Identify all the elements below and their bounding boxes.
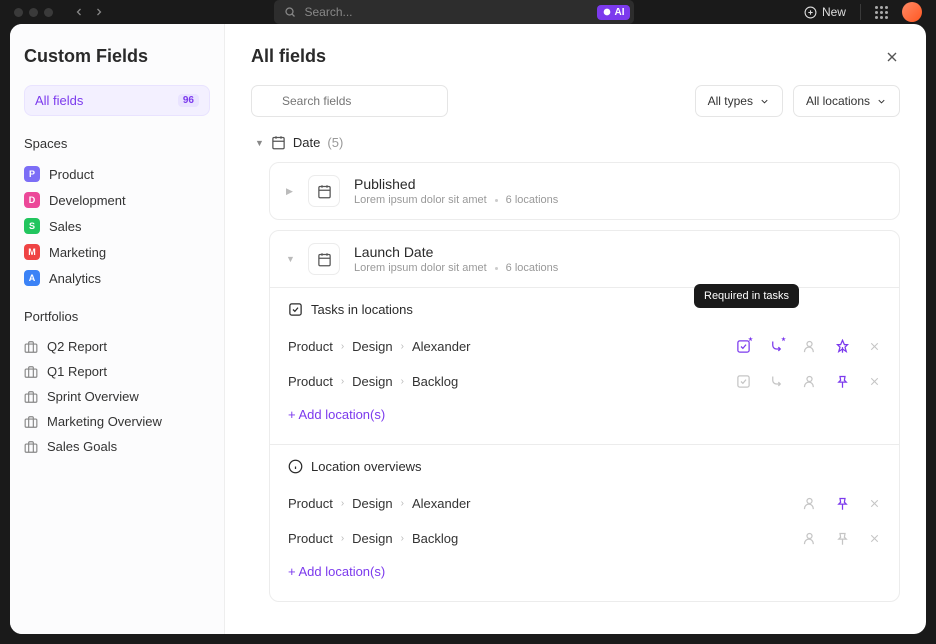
sidebar-portfolio-item[interactable]: Q1 Report bbox=[24, 359, 210, 384]
filter-locations-dropdown[interactable]: All locations bbox=[793, 85, 900, 117]
field-row[interactable]: ▼ Launch Date Lorem ipsum dolor sit amet… bbox=[270, 231, 899, 287]
briefcase-icon bbox=[24, 415, 38, 429]
tooltip: Required in tasks bbox=[694, 284, 799, 308]
required-tasks-icon[interactable] bbox=[736, 374, 751, 389]
user-avatar[interactable] bbox=[902, 2, 922, 22]
close-button[interactable] bbox=[884, 49, 900, 65]
field-card-published: ▶ Published Lorem ipsum dolor sit amet 6… bbox=[269, 162, 900, 220]
sidebar-space-product[interactable]: PProduct bbox=[24, 161, 210, 187]
field-group-header[interactable]: ▼ Date (5) bbox=[255, 135, 900, 150]
breadcrumb[interactable]: Product› Design› Backlog bbox=[288, 374, 736, 389]
breadcrumb[interactable]: Product› Design› Alexander bbox=[288, 496, 802, 511]
chevron-down-icon bbox=[876, 96, 887, 107]
sidebar-portfolio-item[interactable]: Sprint Overview bbox=[24, 384, 210, 409]
window-controls bbox=[14, 8, 53, 17]
sidebar-title: Custom Fields bbox=[24, 46, 210, 67]
close-window[interactable] bbox=[14, 8, 23, 17]
field-count-badge: 96 bbox=[178, 94, 199, 107]
remove-icon[interactable] bbox=[868, 532, 881, 545]
search-placeholder: Search... bbox=[304, 5, 352, 19]
sidebar-all-fields[interactable]: All fields 96 bbox=[24, 85, 210, 116]
space-badge: D bbox=[24, 192, 40, 208]
field-name: Launch Date bbox=[354, 244, 883, 260]
calendar-icon bbox=[271, 135, 286, 150]
remove-icon[interactable] bbox=[868, 497, 881, 510]
field-name: Published bbox=[354, 176, 883, 192]
divider bbox=[860, 4, 861, 20]
filter-types-dropdown[interactable]: All types bbox=[695, 85, 783, 117]
pin-icon[interactable] bbox=[835, 496, 850, 511]
user-icon[interactable] bbox=[802, 531, 817, 546]
required-tasks-icon[interactable] bbox=[736, 339, 751, 354]
add-location-link[interactable]: + Add location(s) bbox=[288, 556, 385, 587]
maximize-window[interactable] bbox=[44, 8, 53, 17]
briefcase-icon bbox=[24, 440, 38, 454]
info-icon bbox=[288, 459, 303, 474]
space-badge: P bbox=[24, 166, 40, 182]
field-card-launch-date: ▼ Launch Date Lorem ipsum dolor sit amet… bbox=[269, 230, 900, 602]
space-badge: A bbox=[24, 270, 40, 286]
sidebar-portfolio-item[interactable]: Marketing Overview bbox=[24, 409, 210, 434]
nav-back-button[interactable] bbox=[73, 6, 85, 18]
pin-icon[interactable] bbox=[835, 374, 850, 389]
search-fields-input[interactable] bbox=[251, 85, 448, 117]
caret-down-icon: ▼ bbox=[255, 138, 264, 148]
calendar-icon bbox=[308, 243, 340, 275]
global-search[interactable]: Search... AI bbox=[274, 0, 634, 24]
minimize-window[interactable] bbox=[29, 8, 38, 17]
collapse-caret[interactable]: ▼ bbox=[286, 254, 294, 264]
search-icon bbox=[284, 6, 296, 18]
add-location-link[interactable]: + Add location(s) bbox=[288, 399, 385, 430]
briefcase-icon bbox=[24, 390, 38, 404]
field-row[interactable]: ▶ Published Lorem ipsum dolor sit amet 6… bbox=[270, 163, 899, 219]
sidebar-space-sales[interactable]: SSales bbox=[24, 213, 210, 239]
sidebar-portfolio-item[interactable]: Sales Goals bbox=[24, 434, 210, 459]
apps-grid-icon[interactable] bbox=[875, 6, 888, 19]
portfolios-header: Portfolios bbox=[24, 309, 210, 324]
required-subtasks-icon[interactable] bbox=[769, 374, 784, 389]
sidebar-space-analytics[interactable]: AAnalytics bbox=[24, 265, 210, 291]
tasks-header: Tasks in locations bbox=[311, 302, 413, 317]
space-badge: M bbox=[24, 244, 40, 260]
briefcase-icon bbox=[24, 365, 38, 379]
page-title: All fields bbox=[251, 46, 326, 67]
chevron-down-icon bbox=[759, 96, 770, 107]
topbar: Search... AI New bbox=[0, 0, 936, 24]
pin-icon[interactable] bbox=[835, 339, 850, 354]
space-badge: S bbox=[24, 218, 40, 234]
sidebar-portfolio-item[interactable]: Q2 Report bbox=[24, 334, 210, 359]
sidebar: Custom Fields All fields 96 Spaces PProd… bbox=[10, 24, 225, 634]
location-row: Product› Design› Backlog bbox=[288, 364, 881, 399]
briefcase-icon bbox=[24, 340, 38, 354]
nav-forward-button[interactable] bbox=[93, 6, 105, 18]
breadcrumb[interactable]: Product› Design› Backlog bbox=[288, 531, 802, 546]
location-row: Product› Design› Backlog bbox=[288, 521, 881, 556]
user-icon[interactable] bbox=[802, 374, 817, 389]
ai-badge[interactable]: AI bbox=[597, 5, 630, 20]
calendar-icon bbox=[308, 175, 340, 207]
overviews-header: Location overviews bbox=[311, 459, 422, 474]
remove-icon[interactable] bbox=[868, 375, 881, 388]
main-content: All fields All types All loc bbox=[225, 24, 926, 634]
sidebar-space-development[interactable]: DDevelopment bbox=[24, 187, 210, 213]
user-icon[interactable] bbox=[802, 339, 817, 354]
expand-caret[interactable]: ▶ bbox=[286, 186, 294, 197]
required-subtasks-icon[interactable] bbox=[769, 339, 784, 354]
breadcrumb[interactable]: Product› Design› Alexander bbox=[288, 339, 736, 354]
spaces-header: Spaces bbox=[24, 136, 210, 151]
remove-icon[interactable] bbox=[868, 340, 881, 353]
sidebar-space-marketing[interactable]: MMarketing bbox=[24, 239, 210, 265]
new-button[interactable]: New bbox=[804, 5, 846, 19]
checkbox-icon bbox=[288, 302, 303, 317]
location-row: Product› Design› Alexander bbox=[288, 486, 881, 521]
user-icon[interactable] bbox=[802, 496, 817, 511]
pin-icon[interactable] bbox=[835, 531, 850, 546]
location-row: Product› Design› Alexander bbox=[288, 329, 881, 364]
